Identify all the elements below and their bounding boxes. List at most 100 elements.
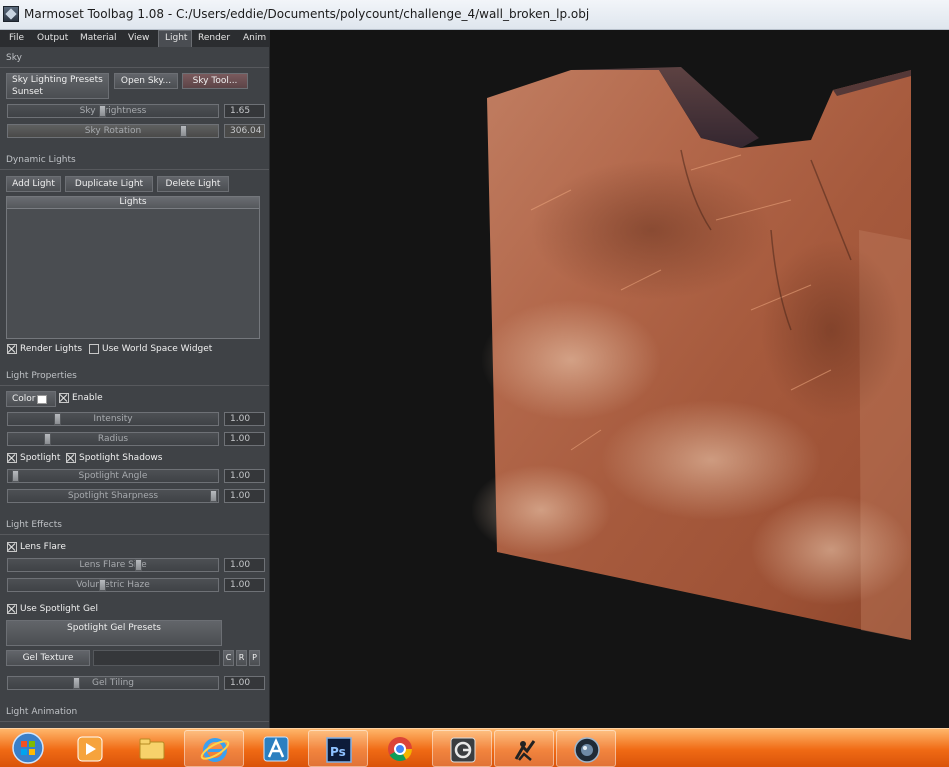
taskbar-autodesk-app[interactable] bbox=[246, 730, 306, 767]
menu-anim[interactable]: Anim bbox=[243, 33, 266, 43]
spotlight-sharpness-value[interactable]: 1.00 bbox=[224, 489, 265, 503]
sky-section-header: Sky bbox=[6, 53, 22, 63]
slider-handle[interactable] bbox=[99, 105, 106, 117]
windows-taskbar: Ps bbox=[0, 728, 949, 767]
spotlight-shadows-checkbox[interactable] bbox=[66, 453, 76, 463]
sky-brightness-value[interactable]: 1.65 bbox=[224, 104, 265, 118]
gel-tiling-label: Gel Tiling bbox=[91, 678, 134, 688]
radius-value[interactable]: 1.00 bbox=[224, 432, 265, 446]
use-spotlight-gel-checkbox[interactable] bbox=[7, 604, 17, 614]
taskbar-photoshop[interactable]: Ps bbox=[308, 730, 368, 767]
sky-lighting-presets-label: Sky Lighting Presets bbox=[12, 75, 103, 85]
gel-texture-slot[interactable] bbox=[93, 650, 220, 666]
sky-brightness-label: Sky Brightness bbox=[79, 106, 147, 116]
slider-handle[interactable] bbox=[44, 433, 51, 445]
radius-slider[interactable]: Radius bbox=[7, 432, 219, 446]
slider-handle[interactable] bbox=[54, 413, 61, 425]
gel-c-button[interactable]: C bbox=[223, 650, 234, 666]
open-sky-button[interactable]: Open Sky... bbox=[114, 73, 178, 89]
window-title: Marmoset Toolbag 1.08 - C:/Users/eddie/D… bbox=[24, 7, 590, 21]
lens-flare-checkbox[interactable] bbox=[7, 542, 17, 552]
taskbar-internet-explorer[interactable] bbox=[184, 730, 244, 767]
slider-handle[interactable] bbox=[210, 490, 217, 502]
taskbar-file-explorer[interactable] bbox=[122, 730, 182, 767]
taskbar-chrome[interactable] bbox=[370, 730, 430, 767]
spotlight-label: Spotlight bbox=[20, 453, 61, 463]
slider-handle[interactable] bbox=[180, 125, 187, 137]
lights-list[interactable]: Lights bbox=[6, 196, 260, 339]
gel-p-button[interactable]: P bbox=[249, 650, 260, 666]
divider bbox=[0, 385, 269, 386]
taskbar-zbrush[interactable] bbox=[494, 730, 554, 767]
menu-file[interactable]: File bbox=[9, 33, 24, 43]
slider-handle[interactable] bbox=[73, 677, 80, 689]
sky-lighting-presets-button[interactable]: Sky Lighting Presets Sunset bbox=[6, 73, 109, 99]
gel-tiling-slider[interactable]: Gel Tiling bbox=[7, 676, 219, 690]
spotlight-sharpness-slider[interactable]: Spotlight Sharpness bbox=[7, 489, 219, 503]
lights-list-header: Lights bbox=[7, 197, 259, 209]
sky-rotation-slider[interactable]: Sky Rotation bbox=[7, 124, 219, 138]
dynamic-lights-header: Dynamic Lights bbox=[6, 155, 76, 165]
menu-view[interactable]: View bbox=[128, 33, 149, 43]
world-space-widget-checkbox[interactable] bbox=[89, 344, 99, 354]
start-button[interactable] bbox=[2, 730, 54, 767]
add-light-button[interactable]: Add Light bbox=[6, 176, 61, 192]
slider-handle[interactable] bbox=[12, 470, 19, 482]
spotlight-checkbox[interactable] bbox=[7, 453, 17, 463]
media-player-icon bbox=[77, 736, 103, 762]
photoshop-icon: Ps bbox=[326, 737, 352, 763]
volumetric-haze-slider[interactable]: Volumetric Haze bbox=[7, 578, 219, 592]
enable-checkbox[interactable] bbox=[59, 393, 69, 403]
intensity-value[interactable]: 1.00 bbox=[224, 412, 265, 426]
slider-handle[interactable] bbox=[99, 579, 106, 591]
marmoset-app-icon[interactable] bbox=[3, 6, 19, 22]
taskbar-media-player[interactable] bbox=[60, 730, 120, 767]
lens-flare-size-slider[interactable]: Lens Flare Size bbox=[7, 558, 219, 572]
intensity-slider[interactable]: Intensity bbox=[7, 412, 219, 426]
menu-output[interactable]: Output bbox=[37, 33, 68, 43]
color-button[interactable]: Color bbox=[6, 391, 56, 407]
svg-text:Ps: Ps bbox=[330, 745, 346, 759]
3d-viewport[interactable] bbox=[271, 30, 949, 728]
menu-light[interactable]: Light bbox=[165, 33, 187, 43]
taskbar-3ds-max[interactable] bbox=[432, 730, 492, 767]
lens-flare-size-value[interactable]: 1.00 bbox=[224, 558, 265, 572]
world-space-widget-label: Use World Space Widget bbox=[102, 344, 213, 354]
volumetric-haze-label: Volumetric Haze bbox=[76, 580, 150, 590]
marmoset-icon bbox=[574, 737, 600, 763]
render-lights-checkbox[interactable] bbox=[7, 344, 17, 354]
chrome-icon bbox=[388, 737, 412, 762]
delete-light-button[interactable]: Delete Light bbox=[157, 176, 229, 192]
sky-tool-button[interactable]: Sky Tool... bbox=[182, 73, 248, 89]
sky-rotation-label: Sky Rotation bbox=[84, 126, 142, 136]
gel-texture-button[interactable]: Gel Texture bbox=[6, 650, 90, 666]
enable-label: Enable bbox=[72, 393, 103, 403]
gel-tiling-value[interactable]: 1.00 bbox=[224, 676, 265, 690]
title-bar[interactable]: Marmoset Toolbag 1.08 - C:/Users/eddie/D… bbox=[0, 0, 949, 30]
divider bbox=[0, 169, 269, 170]
gel-r-button[interactable]: R bbox=[236, 650, 247, 666]
color-button-label: Color bbox=[12, 394, 36, 404]
autodesk-icon bbox=[263, 736, 289, 762]
divider bbox=[0, 67, 269, 68]
taskbar-marmoset-toolbag[interactable] bbox=[556, 730, 616, 767]
spotlight-angle-slider[interactable]: Spotlight Angle bbox=[7, 469, 219, 483]
windows-orb-icon bbox=[12, 732, 44, 764]
menu-render[interactable]: Render bbox=[198, 33, 230, 43]
menu-bar: File Output Material View Light Render A… bbox=[0, 30, 269, 47]
menu-material[interactable]: Material bbox=[80, 33, 117, 43]
use-spotlight-gel-label: Use Spotlight Gel bbox=[20, 604, 98, 614]
spotlight-gel-presets-button[interactable]: Spotlight Gel Presets bbox=[6, 620, 222, 646]
volumetric-haze-value[interactable]: 1.00 bbox=[224, 578, 265, 592]
light-animation-header: Light Animation bbox=[6, 707, 78, 717]
folder-icon bbox=[139, 738, 165, 760]
spotlight-angle-value[interactable]: 1.00 bbox=[224, 469, 265, 483]
sky-rotation-value[interactable]: 306.04 bbox=[224, 124, 265, 138]
color-swatch bbox=[37, 395, 47, 404]
sky-brightness-slider[interactable]: Sky Brightness bbox=[7, 104, 219, 118]
broken-wall-mesh[interactable] bbox=[271, 30, 949, 728]
spotlight-shadows-label: Spotlight Shadows bbox=[79, 453, 163, 463]
duplicate-light-button[interactable]: Duplicate Light bbox=[65, 176, 153, 192]
radius-label: Radius bbox=[97, 434, 129, 444]
slider-handle[interactable] bbox=[135, 559, 142, 571]
